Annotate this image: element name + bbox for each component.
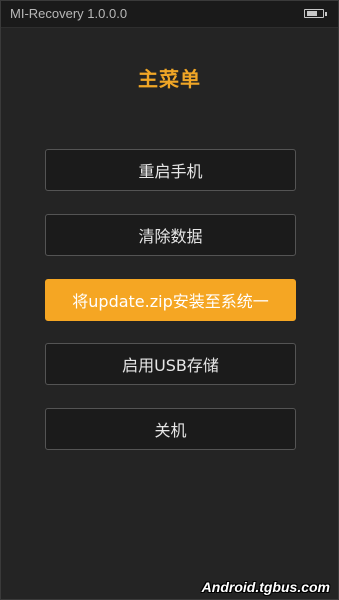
status-bar: MI-Recovery 1.0.0.0 [1, 1, 338, 28]
site-watermark: Android.tgbus.com [201, 579, 330, 595]
battery-level-fill [307, 11, 317, 16]
reboot-phone-button[interactable]: 重启手机 [45, 149, 296, 191]
install-update-zip-button[interactable]: 将update.zip安装至系统一 [45, 279, 296, 321]
power-off-button[interactable]: 关机 [45, 408, 296, 450]
enable-usb-storage-button[interactable]: 启用USB存储 [45, 343, 296, 385]
recovery-screen: MI-Recovery 1.0.0.0 主菜单 重启手机 清除数据 将updat… [0, 0, 339, 600]
status-title: MI-Recovery 1.0.0.0 [10, 6, 128, 21]
menu-title: 主菜单 [138, 67, 201, 91]
battery-icon [304, 9, 327, 18]
wipe-data-button[interactable]: 清除数据 [45, 214, 296, 256]
